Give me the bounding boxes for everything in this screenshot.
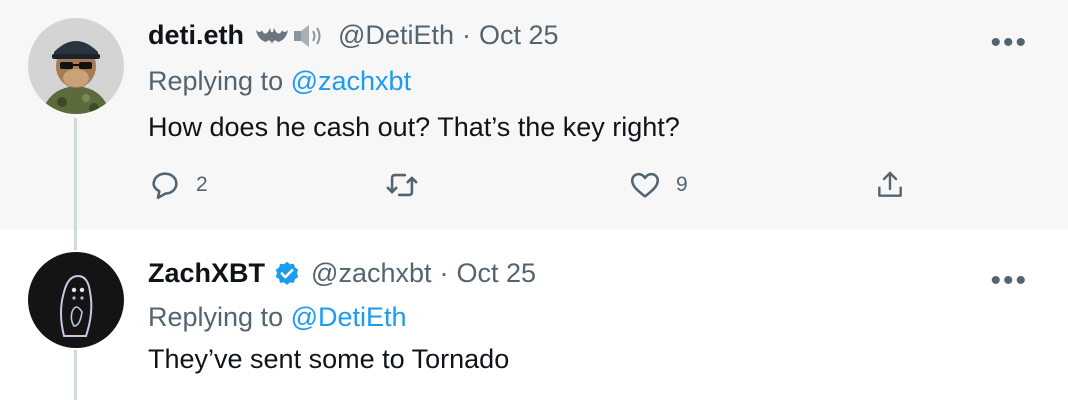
share-button[interactable] xyxy=(874,168,906,202)
thread-line xyxy=(74,350,77,400)
tweet-header: deti.eth @DetiEth · Oct 25 xyxy=(148,20,559,51)
bat-icon xyxy=(254,24,290,48)
handle[interactable]: @DetiEth xyxy=(338,20,454,51)
like-button[interactable]: 9 xyxy=(628,168,688,202)
reply-icon xyxy=(148,168,182,202)
mention-link[interactable]: @DetiEth xyxy=(291,302,407,332)
display-name[interactable]: ZachXBT xyxy=(148,258,265,289)
avatar[interactable] xyxy=(28,252,124,348)
tweet-text: They’ve sent some to Tornado xyxy=(148,344,510,374)
tweet-zachxbt[interactable]: ZachXBT @zachxbt · Oct 25 ••• Replying t… xyxy=(0,230,1068,400)
heart-icon xyxy=(628,168,662,202)
replying-prefix: Replying to xyxy=(148,302,284,332)
avatar[interactable] xyxy=(28,18,124,114)
tweet-header: ZachXBT @zachxbt · Oct 25 xyxy=(148,258,536,289)
handle[interactable]: @zachxbt xyxy=(311,258,431,289)
thread-line xyxy=(74,230,77,250)
timestamp[interactable]: Oct 25 xyxy=(457,258,537,289)
verified-badge-icon xyxy=(273,260,301,288)
replying-to: Replying to @zachxbt xyxy=(148,66,411,97)
separator: · xyxy=(439,258,449,288)
more-options-icon[interactable]: ••• xyxy=(990,28,1028,58)
more-options-icon[interactable]: ••• xyxy=(990,266,1028,296)
separator: · xyxy=(461,20,471,50)
like-count: 9 xyxy=(676,173,688,196)
share-icon xyxy=(874,168,906,202)
retweet-icon xyxy=(384,168,420,202)
replying-prefix: Replying to xyxy=(148,66,284,96)
timestamp[interactable]: Oct 25 xyxy=(479,20,559,51)
retweet-button[interactable] xyxy=(384,168,434,202)
mention-link[interactable]: @zachxbt xyxy=(291,66,411,96)
reply-count: 2 xyxy=(196,173,208,196)
tweet-text: How does he cash out? That’s the key rig… xyxy=(148,112,680,142)
reply-button[interactable]: 2 xyxy=(148,168,208,202)
speaker-icon xyxy=(292,23,328,49)
tweet-deti[interactable]: deti.eth @DetiEth · Oct 25 ••• Replying … xyxy=(0,0,1068,230)
replying-to: Replying to @DetiEth xyxy=(148,302,407,333)
display-name[interactable]: deti.eth xyxy=(148,20,244,51)
action-bar: 2 9 xyxy=(148,168,908,208)
thread-line xyxy=(74,118,77,230)
